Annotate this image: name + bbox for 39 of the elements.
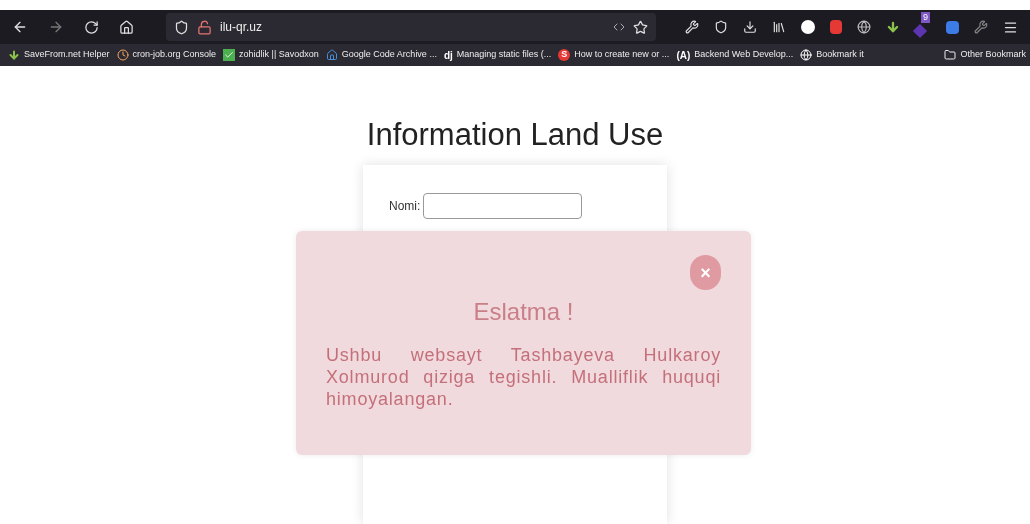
- back-icon[interactable]: [12, 19, 28, 35]
- name-input-field[interactable]: [423, 193, 583, 219]
- folder-icon: [944, 49, 957, 61]
- download-arrow-icon: [8, 49, 20, 61]
- name-label: Nomi:: [389, 198, 421, 215]
- letter-icon: (A): [676, 47, 691, 63]
- other-bookmarks[interactable]: Other Bookmark: [944, 48, 1026, 62]
- bookmark-item[interactable]: cron-job.org Console: [116, 48, 217, 62]
- shield-icon: [174, 19, 189, 35]
- bookmark-item[interactable]: zohidlik || Savodxon: [223, 48, 319, 62]
- page-title: Information Land Use: [366, 119, 664, 150]
- letter-icon: dj: [443, 47, 453, 63]
- globe-icon: [800, 49, 813, 61]
- star-icon[interactable]: [633, 19, 648, 35]
- bookmark-item[interactable]: dj Managing static files (...: [443, 47, 552, 63]
- extension-badge: 9: [921, 12, 930, 23]
- forward-icon[interactable]: [48, 19, 64, 35]
- checkmark-icon: [223, 49, 236, 61]
- modal-heading: Eslatma !: [472, 297, 575, 327]
- reload-icon[interactable]: [84, 19, 99, 35]
- extension-icon[interactable]: [801, 20, 815, 34]
- home-icon[interactable]: [119, 19, 134, 35]
- unlocked-padlock-icon: [197, 19, 212, 35]
- letter-icon: S: [558, 49, 571, 61]
- code-icon[interactable]: [613, 21, 625, 33]
- house-icon: [325, 49, 338, 61]
- clock-icon: [116, 49, 129, 61]
- globe-icon[interactable]: [857, 20, 871, 34]
- modal-message: Ushbu websayt Tashbayeva Hulkaroy Xolmurod qiziga tegishli. Mualliflik huquqi himoyalangan.: [326, 344, 721, 410]
- download-icon[interactable]: [743, 20, 757, 34]
- bookmark-item[interactable]: Google Code Archive ...: [325, 48, 437, 62]
- bookmark-item[interactable]: Bookmark it: [800, 48, 864, 62]
- menu-icon[interactable]: [1003, 19, 1018, 35]
- address-bar[interactable]: ilu-qr.uz: [166, 13, 656, 41]
- bookmark-item[interactable]: SaveFrom.net Helper: [8, 48, 110, 62]
- bookmark-item[interactable]: (A) Backend Web Develop...: [676, 47, 794, 63]
- url-text: ilu-qr.uz: [220, 19, 263, 36]
- library-icon[interactable]: [772, 20, 786, 34]
- bookmark-item[interactable]: S How to create new or ...: [558, 48, 670, 62]
